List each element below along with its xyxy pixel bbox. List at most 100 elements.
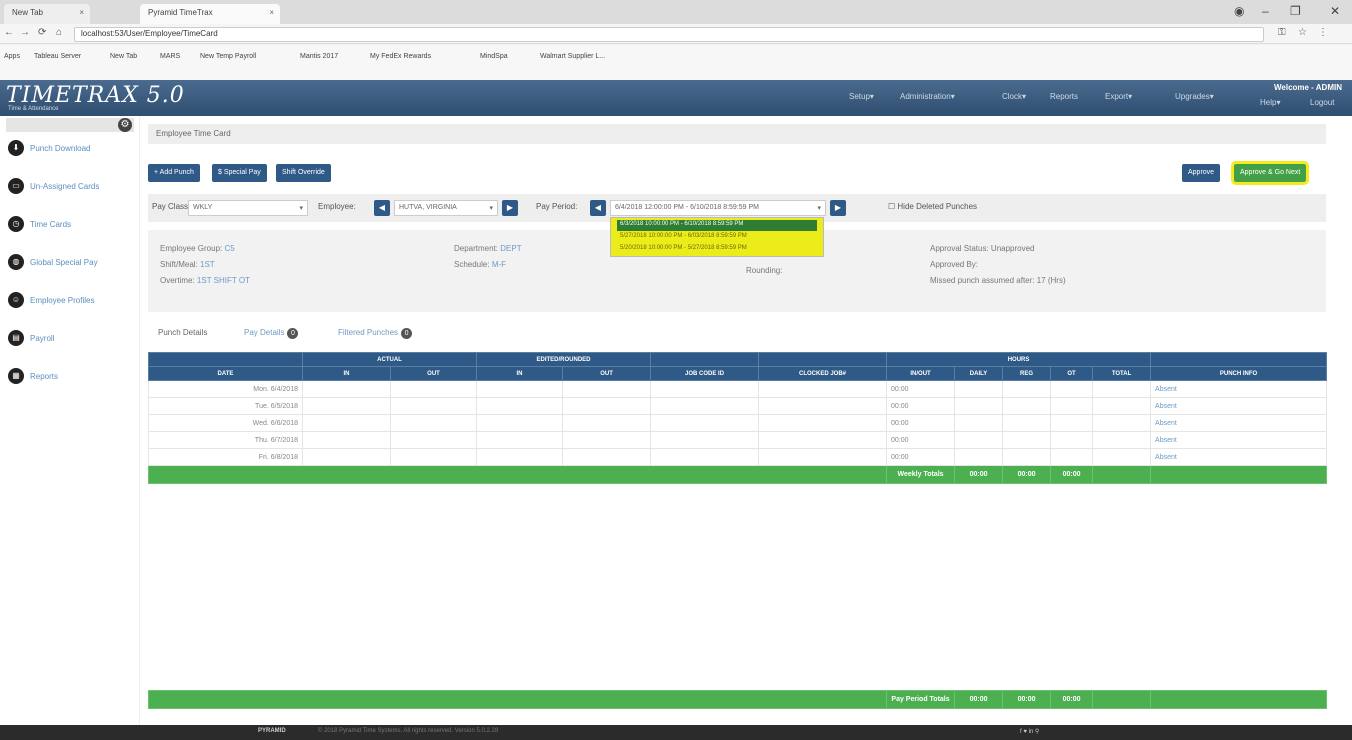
bookmark[interactable]: New Temp Payroll [200, 53, 256, 60]
forward-icon[interactable]: → [20, 27, 30, 38]
bookmark[interactable]: Tableau Server [34, 53, 81, 60]
tab-filtered-punches[interactable]: Filtered Punches 0 [338, 328, 413, 339]
profile-icon[interactable]: ◉ [1234, 4, 1244, 18]
bookmark[interactable]: MindSpa [480, 53, 508, 60]
bookmark[interactable]: Apps [4, 53, 20, 60]
special-pay-button[interactable]: $ Special Pay [212, 164, 267, 182]
column-header: IN [302, 366, 391, 381]
sidebar-item-time-cards[interactable]: ◷ Time Cards [8, 216, 138, 232]
bookmark[interactable]: Mantis 2017 [300, 53, 338, 60]
nav-setup[interactable]: Setup▾ [849, 92, 874, 101]
nav-export[interactable]: Export▾ [1105, 92, 1132, 101]
minimize-icon[interactable]: – [1262, 4, 1269, 18]
pay-class-select[interactable]: WKLY ▾ [188, 200, 308, 216]
date-cell: Mon. 6/4/2018 [148, 380, 303, 398]
punch-info-link[interactable]: Absent [1150, 431, 1328, 449]
sidebar-item-label: Global Special Pay [30, 258, 98, 267]
pay-class-value: WKLY [193, 204, 213, 211]
column-header: PUNCH INFO [1150, 366, 1328, 381]
nav-reports[interactable]: Reports [1050, 92, 1078, 101]
hide-deleted-checkbox[interactable]: ☐ Hide Deleted Punches [888, 202, 977, 211]
nav-upgrades[interactable]: Upgrades▾ [1175, 92, 1214, 101]
pay-period-option-selected[interactable]: 6/3/2018 10:00:00 PM - 6/10/2018 8:59:59… [617, 220, 817, 231]
back-icon[interactable]: ← [4, 27, 14, 38]
breadcrumb: Employee Time Card [148, 124, 1326, 144]
pay-period-option[interactable]: 5/20/2018 10:00:00 PM - 5/27/2018 8:59:5… [617, 244, 817, 255]
app-header: TIMETRAX 5.0 Time & Attendance Setup▾ Ad… [0, 80, 1352, 116]
clock-icon: ◷ [8, 216, 24, 232]
missed-punch-setting: Missed punch assumed after: 17 (Hrs) [930, 276, 1066, 285]
weekly-reg-total: 00:00 [1002, 465, 1052, 484]
previous-pay-period-button[interactable]: ◀ [590, 200, 606, 216]
user-icon: ☺ [8, 292, 24, 308]
browser-tab[interactable]: New Tab × [4, 4, 90, 24]
approve-button[interactable]: Approve [1182, 164, 1221, 182]
tab-pay-details[interactable]: Pay Details 0 [244, 328, 299, 339]
sidebar-item-label: Reports [30, 372, 59, 381]
social-icons[interactable]: f ♥ in ⚲ [1020, 728, 1039, 735]
download-icon: ⬇ [8, 140, 24, 156]
inout-cell: 00:00 [886, 397, 956, 415]
maximize-icon[interactable]: ❐ [1290, 4, 1301, 18]
column-header: JOB CODE ID [650, 366, 760, 381]
inout-cell: 00:00 [886, 414, 956, 432]
menu-icon[interactable]: ⋮ [1318, 27, 1328, 38]
close-icon[interactable]: × [269, 8, 274, 17]
chevron-down-icon: ▾ [489, 205, 493, 212]
home-icon[interactable]: ⌂ [56, 27, 62, 38]
close-icon[interactable]: × [79, 8, 84, 17]
column-header: DAILY [954, 366, 1004, 381]
bookmark[interactable]: New Tab [110, 53, 137, 60]
browser-tab-active[interactable]: Pyramid TimeTrax × [140, 4, 280, 24]
column-header: IN/OUT [886, 366, 956, 381]
star-icon[interactable]: ☆ [1298, 27, 1307, 38]
footer-copyright: © 2018 Pyramid Time Systems. All rights … [318, 728, 499, 734]
app-logo-subtitle: Time & Attendance [8, 106, 59, 112]
tab-punch-details[interactable]: Punch Details [158, 328, 207, 337]
employee-select[interactable]: HUTVA, VIRGINIA ▾ [394, 200, 498, 216]
punch-info-link[interactable]: Absent [1150, 448, 1328, 466]
punch-info-link[interactable]: Absent [1150, 414, 1328, 432]
window-close-icon[interactable]: ✕ [1330, 4, 1340, 18]
sidebar-item-payroll[interactable]: ▤ Payroll [8, 330, 138, 346]
punch-info-link[interactable]: Absent [1150, 397, 1328, 415]
pay-period-totals-label: Pay Period Totals [886, 690, 956, 709]
column-header: IN [476, 366, 564, 381]
punch-info-link[interactable]: Absent [1150, 380, 1328, 398]
approve-and-go-next-button[interactable]: Approve & Go Next [1230, 161, 1310, 185]
chevron-down-icon: ▾ [299, 205, 303, 212]
sidebar-item-employee-profiles[interactable]: ☺ Employee Profiles [8, 292, 138, 308]
sidebar-item-label: Time Cards [30, 220, 72, 229]
settings-gear-icon[interactable]: ⚙ [118, 118, 132, 132]
sidebar-item-global-special-pay[interactable]: ◍ Global Special Pay [8, 254, 138, 270]
bookmark[interactable]: My FedEx Rewards [370, 53, 431, 60]
nav-help[interactable]: Help▾ [1260, 98, 1280, 107]
welcome-text: Welcome - ADMIN [1273, 83, 1342, 92]
period-reg-total: 00:00 [1002, 690, 1052, 709]
shift-override-button[interactable]: Shift Override [276, 164, 331, 182]
date-cell: Thu. 6/7/2018 [148, 431, 303, 449]
next-pay-period-button[interactable]: ▶ [830, 200, 846, 216]
next-employee-button[interactable]: ▶ [502, 200, 518, 216]
nav-administration[interactable]: Administration▾ [900, 92, 955, 101]
weekly-daily-total: 00:00 [954, 465, 1004, 484]
previous-employee-button[interactable]: ◀ [374, 200, 390, 216]
sidebar-item-reports[interactable]: ▦ Reports [8, 368, 138, 384]
pay-period-label: Pay Period: [536, 202, 578, 211]
sidebar-item-punch-download[interactable]: ⬇ Punch Download [8, 140, 138, 156]
url-field[interactable]: localhost:53/User/Employee/TimeCard [74, 27, 1264, 42]
sidebar-item-unassigned-cards[interactable]: ▭ Un-Assigned Cards [8, 178, 138, 194]
hide-deleted-label: Hide Deleted Punches [897, 202, 978, 211]
nav-logout[interactable]: Logout [1310, 98, 1334, 107]
bookmark[interactable]: MARS [160, 53, 180, 60]
pay-period-select[interactable]: 6/4/2018 12:00:00 PM - 6/10/2018 8:59:59… [610, 200, 826, 216]
punch-table: ACTUAL EDITED/ROUNDED HOURS DATE IN OUT … [147, 352, 1328, 484]
reload-icon[interactable]: ⟳ [38, 27, 46, 38]
nav-clock[interactable]: Clock▾ [1002, 92, 1026, 101]
department-value: DEPT [500, 244, 522, 253]
bookmark[interactable]: Walmart Supplier L... [540, 53, 605, 60]
pay-period-option[interactable]: 5/27/2018 10:00:00 PM - 6/03/2018 8:59:5… [617, 232, 817, 243]
key-icon[interactable]: ⚿ [1278, 27, 1286, 38]
add-punch-button[interactable]: + Add Punch [148, 164, 200, 182]
app-logo: TIMETRAX 5.0 [6, 83, 185, 108]
